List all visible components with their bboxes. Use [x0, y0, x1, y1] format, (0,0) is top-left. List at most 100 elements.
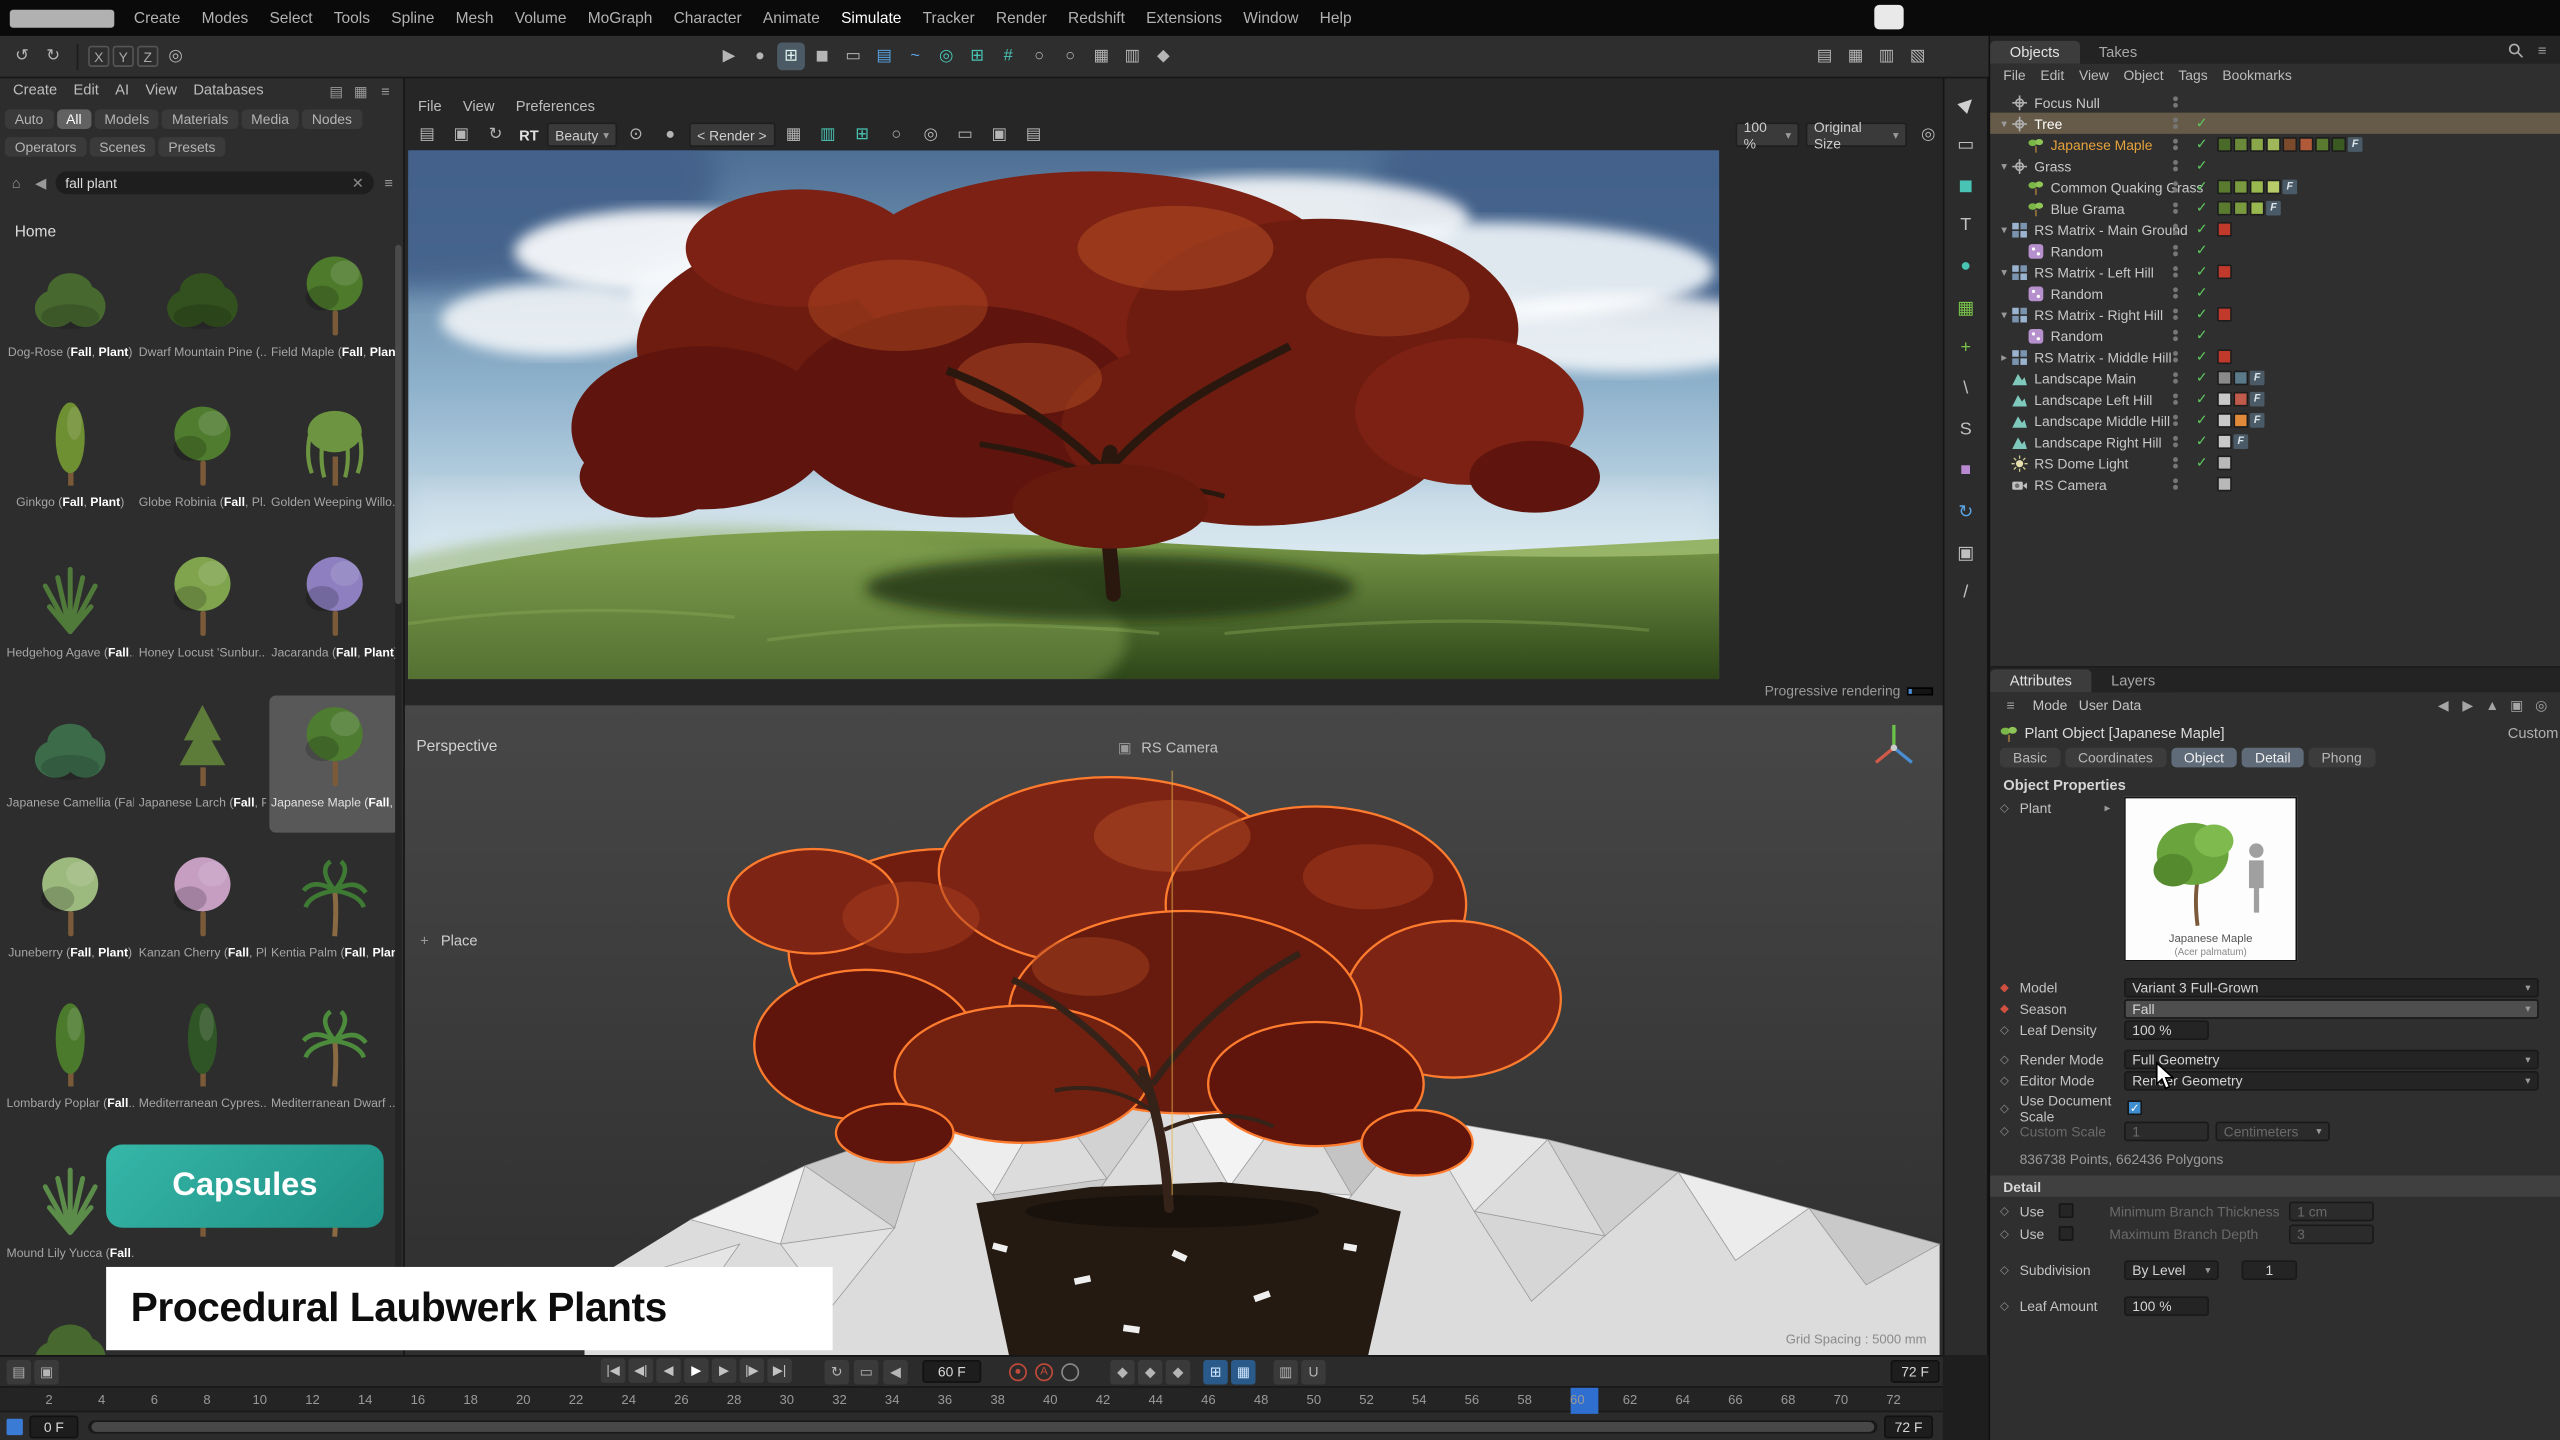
visibility-dots[interactable]: [2173, 266, 2178, 277]
panel-menu-icon[interactable]: ≡: [2532, 41, 2552, 61]
workplane-icon[interactable]: ▦: [1087, 42, 1115, 70]
visibility-dots[interactable]: [2173, 96, 2178, 107]
mode-dropdown[interactable]: Mode: [2033, 697, 2068, 713]
material-tag-chip[interactable]: [2315, 137, 2330, 152]
object-row-focus-null[interactable]: Focus Null: [1990, 91, 2560, 112]
end-frame-field[interactable]: 72 F: [1891, 1360, 1940, 1383]
visibility-dots[interactable]: [2173, 457, 2178, 468]
material-tag-chip[interactable]: [2217, 456, 2232, 471]
axis-z-button[interactable]: Z: [137, 46, 158, 67]
rope-icon[interactable]: ~: [901, 42, 929, 70]
asset-scrollbar[interactable]: [395, 245, 402, 1349]
object-row-random[interactable]: Random✓: [1990, 282, 2560, 303]
object-row-rs-matrix-middle-hill[interactable]: ▸RS Matrix - Middle Hill✓: [1990, 346, 2560, 367]
menu-select[interactable]: Select: [269, 9, 312, 27]
tab-attributes[interactable]: Attributes: [1990, 669, 2091, 692]
visibility-dots[interactable]: [2173, 478, 2178, 489]
custom-scale-field[interactable]: 1: [2124, 1121, 2209, 1141]
asset-menu-ai[interactable]: AI: [115, 82, 129, 98]
anim-dot-icon[interactable]: ◇: [2000, 1101, 2020, 1114]
sphere-primitive-icon[interactable]: ●: [1951, 251, 1980, 280]
object-row-tree[interactable]: ▾Tree✓: [1990, 113, 2560, 134]
asset-item[interactable]: Mediterranean Dwarf ...: [269, 996, 400, 1133]
crop-icon[interactable]: ▭: [951, 121, 979, 149]
anim-dot-icon[interactable]: ◇: [2000, 1263, 2020, 1276]
material-tag-chip[interactable]: [2266, 180, 2281, 195]
camera-tool-icon[interactable]: ▣: [1951, 537, 1980, 566]
season-dropdown[interactable]: Fall▾: [2124, 998, 2539, 1018]
material-tag-chip[interactable]: [2217, 222, 2232, 237]
timeline-scrollbar[interactable]: [88, 1420, 1877, 1433]
cloner-icon[interactable]: ▦: [1951, 292, 1980, 321]
menu-window[interactable]: Window: [1243, 9, 1298, 27]
position-key-icon[interactable]: ◆: [1110, 1359, 1134, 1383]
axis-x-button[interactable]: X: [88, 46, 109, 67]
next-key-button[interactable]: |▶: [740, 1358, 764, 1382]
object-row-landscape-main[interactable]: Landscape Main✓F: [1990, 367, 2560, 388]
leaf-amount-field[interactable]: 100 %: [2124, 1296, 2209, 1316]
field-tag[interactable]: F: [2233, 434, 2248, 449]
section-tab-object[interactable]: Object: [2171, 748, 2237, 768]
render-menu-view[interactable]: View: [463, 98, 495, 114]
disabled-a-icon[interactable]: ○: [1025, 42, 1053, 70]
enabled-check-icon[interactable]: ✓: [2196, 390, 2208, 408]
simulation-play-icon[interactable]: ▶: [715, 42, 743, 70]
visibility-dots[interactable]: [2173, 287, 2178, 298]
ab-compare-icon[interactable]: ▣: [985, 121, 1013, 149]
search-input[interactable]: fall plant ✕: [56, 171, 374, 194]
timeline-ruler[interactable]: 2468101214161820222426283032343638404244…: [0, 1386, 1943, 1412]
material-tag-chip[interactable]: [2233, 201, 2248, 216]
asset-item[interactable]: Mediterranean Cypres...: [137, 996, 268, 1133]
asset-item[interactable]: Golden Weeping Willo...: [269, 395, 400, 532]
asset-item[interactable]: Kanzan Cherry (Fall, Pl...: [137, 846, 268, 983]
min-branch-checkbox[interactable]: [2059, 1203, 2074, 1218]
enabled-check-icon[interactable]: ✓: [2196, 157, 2208, 175]
visibility-dots[interactable]: [2173, 309, 2178, 320]
rigid-body-icon[interactable]: ◼: [808, 42, 836, 70]
render-mode-dropdown[interactable]: Full Geometry▾: [2124, 1049, 2539, 1069]
object-menu-tags[interactable]: Tags: [2178, 67, 2207, 83]
simulation-bake-icon[interactable]: ●: [746, 42, 774, 70]
render-menu-file[interactable]: File: [418, 98, 442, 114]
material-tag-chip[interactable]: [2250, 180, 2265, 195]
back-icon[interactable]: ◀: [31, 173, 51, 193]
material-tag-chip[interactable]: [2331, 137, 2346, 152]
undo-icon[interactable]: ↺: [8, 42, 36, 70]
anim-dot-icon[interactable]: ◇: [2000, 801, 2020, 814]
category-tab-scenes[interactable]: Scenes: [89, 137, 155, 157]
expander-arrow-icon[interactable]: ▾: [1997, 265, 2012, 278]
material-tag-chip[interactable]: [2233, 413, 2248, 428]
sound-icon[interactable]: ◀: [883, 1359, 907, 1383]
object-menu-object[interactable]: Object: [2123, 67, 2163, 83]
anim-dot-icon[interactable]: ◇: [2000, 1023, 2020, 1036]
visibility-dots[interactable]: [2173, 393, 2178, 404]
material-tag-chip[interactable]: [2217, 413, 2232, 428]
object-row-grass[interactable]: ▾Grass✓: [1990, 155, 2560, 176]
measure-icon[interactable]: ◆: [1149, 42, 1177, 70]
anim-dot-icon[interactable]: ◇: [2000, 1124, 2020, 1137]
render-pass-dropdown[interactable]: Beauty▾: [547, 122, 617, 146]
subdivision-mode-dropdown[interactable]: By Level▾: [2124, 1260, 2219, 1280]
timeline-filter-icon[interactable]: ▣: [34, 1359, 58, 1383]
disabled-b-icon[interactable]: ○: [1056, 42, 1084, 70]
max-branch-checkbox[interactable]: [2059, 1226, 2074, 1241]
search-icon[interactable]: ◎: [2531, 695, 2552, 716]
enabled-check-icon[interactable]: ✓: [2196, 220, 2208, 238]
asset-item[interactable]: Kentia Palm (Fall, Plant): [269, 846, 400, 983]
object-row-landscape-left-hill[interactable]: Landscape Left Hill✓F: [1990, 389, 2560, 410]
material-tag-chip[interactable]: [2217, 137, 2232, 152]
next-frame-button[interactable]: ▶: [712, 1358, 736, 1382]
material-tag-chip[interactable]: [2250, 137, 2265, 152]
text-tool-icon[interactable]: T: [1951, 211, 1980, 240]
enabled-check-icon[interactable]: ✓: [2196, 433, 2208, 451]
asset-item[interactable]: Juneberry (Fall, Plant): [5, 846, 136, 983]
material-tag-chip[interactable]: [2299, 137, 2314, 152]
max-branch-field[interactable]: 3: [2289, 1224, 2374, 1244]
filter-menu-icon[interactable]: ≡: [379, 173, 399, 193]
field-tag[interactable]: F: [2250, 413, 2265, 428]
material-tag-chip[interactable]: [2266, 137, 2281, 152]
use-document-scale-checkbox[interactable]: ✓: [2127, 1100, 2142, 1115]
visibility-dots[interactable]: [2173, 139, 2178, 150]
tab-objects[interactable]: Objects: [1990, 41, 2079, 64]
model-dropdown[interactable]: Variant 3 Full-Grown▾: [2124, 977, 2539, 997]
